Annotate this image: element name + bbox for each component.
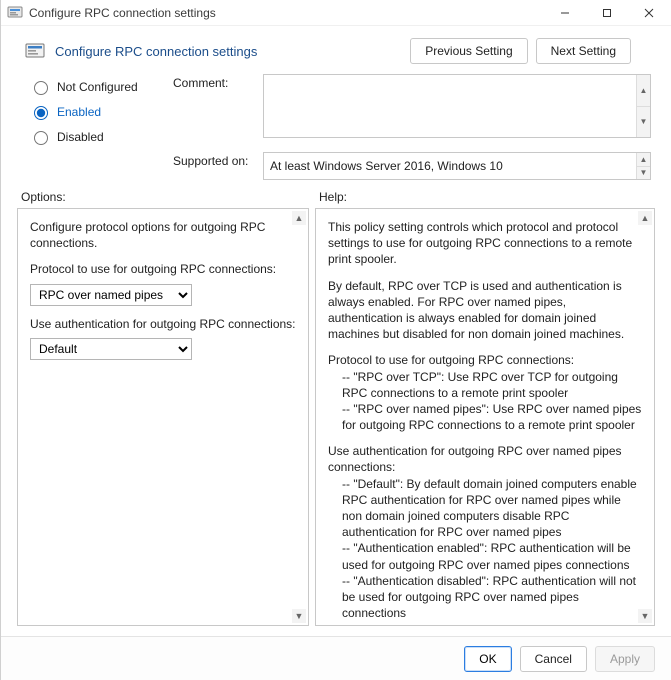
supported-scroll[interactable]: ▲▼ bbox=[636, 153, 650, 179]
protocol-label: Protocol to use for outgoing RPC connect… bbox=[30, 261, 296, 277]
comment-scroll[interactable]: ▲▼ bbox=[636, 75, 650, 137]
radio-enabled-input[interactable] bbox=[34, 106, 48, 120]
app-icon bbox=[7, 5, 23, 21]
help-scroll-down[interactable]: ▼ bbox=[638, 609, 652, 623]
ok-button[interactable]: OK bbox=[464, 646, 511, 672]
radio-disabled-label: Disabled bbox=[57, 130, 104, 144]
supported-on-value: At least Windows Server 2016, Windows 10 bbox=[270, 159, 503, 173]
help-pane: ▲ This policy setting controls which pro… bbox=[315, 208, 655, 626]
options-scroll-up[interactable]: ▲ bbox=[292, 211, 306, 225]
radio-disabled-input[interactable] bbox=[34, 131, 48, 145]
help-p3: Protocol to use for outgoing RPC connect… bbox=[328, 352, 642, 368]
comment-input[interactable]: ▲▼ bbox=[263, 74, 651, 138]
radio-not-configured-input[interactable] bbox=[34, 81, 48, 95]
dialog-window: Configure RPC connection settings Config… bbox=[0, 0, 671, 680]
page-title: Configure RPC connection settings bbox=[55, 44, 257, 59]
cancel-button[interactable]: Cancel bbox=[520, 646, 587, 672]
auth-label: Use authentication for outgoing RPC conn… bbox=[30, 316, 296, 332]
supported-label: Supported on: bbox=[173, 152, 253, 168]
maximize-button[interactable] bbox=[589, 1, 625, 25]
previous-setting-button[interactable]: Previous Setting bbox=[410, 38, 527, 64]
help-p3a: -- "RPC over TCP": Use RPC over TCP for … bbox=[328, 369, 642, 401]
state-area: Not Configured Enabled Disabled Comment:… bbox=[1, 70, 671, 184]
window-title: Configure RPC connection settings bbox=[29, 6, 541, 20]
help-p3b: -- "RPC over named pipes": Use RPC over … bbox=[328, 401, 642, 433]
options-pane: ▲ Configure protocol options for outgoin… bbox=[17, 208, 309, 626]
section-labels: Options: Help: bbox=[1, 184, 671, 208]
help-scroll-up[interactable]: ▲ bbox=[638, 211, 652, 225]
radio-disabled[interactable]: Disabled bbox=[29, 128, 149, 145]
state-radios: Not Configured Enabled Disabled bbox=[29, 74, 149, 180]
options-heading: Options: bbox=[21, 190, 319, 204]
help-p2: By default, RPC over TCP is used and aut… bbox=[328, 278, 642, 343]
apply-button: Apply bbox=[595, 646, 655, 672]
help-p4c: -- "Authentication disabled": RPC authen… bbox=[328, 573, 642, 622]
auth-select[interactable]: Default bbox=[30, 338, 192, 360]
help-p4: Use authentication for outgoing RPC over… bbox=[328, 443, 642, 475]
help-text: This policy setting controls which proto… bbox=[316, 209, 654, 625]
comment-label: Comment: bbox=[173, 74, 253, 90]
help-heading: Help: bbox=[319, 190, 347, 204]
next-setting-button[interactable]: Next Setting bbox=[536, 38, 631, 64]
help-p1: This policy setting controls which proto… bbox=[328, 219, 642, 268]
close-button[interactable] bbox=[631, 1, 667, 25]
options-intro: Configure protocol options for outgoing … bbox=[30, 219, 296, 251]
radio-not-configured[interactable]: Not Configured bbox=[29, 78, 149, 95]
policy-icon bbox=[25, 41, 45, 61]
protocol-select[interactable]: RPC over named pipes bbox=[30, 284, 192, 306]
footer: OK Cancel Apply bbox=[1, 636, 671, 680]
radio-enabled-label: Enabled bbox=[57, 105, 101, 119]
supported-on-field: At least Windows Server 2016, Windows 10… bbox=[263, 152, 651, 180]
help-p4a: -- "Default": By default domain joined c… bbox=[328, 476, 642, 541]
titlebar: Configure RPC connection settings bbox=[1, 0, 671, 26]
header: Configure RPC connection settings Previo… bbox=[1, 26, 671, 70]
options-scroll-down[interactable]: ▼ bbox=[292, 609, 306, 623]
radio-enabled[interactable]: Enabled bbox=[29, 103, 149, 120]
help-p4b: -- "Authentication enabled": RPC authent… bbox=[328, 540, 642, 572]
panes: ▲ Configure protocol options for outgoin… bbox=[1, 208, 671, 636]
radio-not-configured-label: Not Configured bbox=[57, 80, 138, 94]
minimize-button[interactable] bbox=[547, 1, 583, 25]
